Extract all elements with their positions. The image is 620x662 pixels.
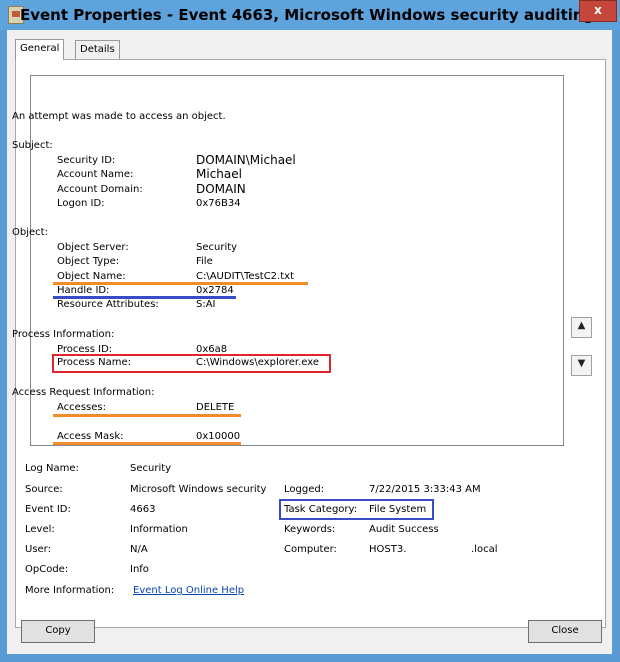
more-information-label: More Information:: [25, 585, 115, 596]
logon-id-label: Logon ID:: [57, 198, 105, 209]
tab-general[interactable]: General: [15, 39, 65, 60]
user-label: User:: [25, 544, 51, 555]
object-type-label: Object Type:: [57, 256, 120, 267]
down-arrow-icon: ▼: [577, 358, 586, 369]
account-name-value: Michael: [196, 167, 242, 181]
tab-details[interactable]: Details: [75, 40, 120, 59]
keywords-label: Keywords:: [284, 524, 336, 535]
level-label: Level:: [25, 524, 55, 535]
accesses-underline: [53, 414, 241, 417]
process-name-value: C:\Windows\explorer.exe: [196, 357, 320, 368]
resource-attributes-label: Resource Attributes:: [57, 299, 159, 310]
computer-label: Computer:: [284, 544, 337, 555]
scroll-up-button[interactable]: ▲: [571, 317, 592, 338]
object-type-value: File: [196, 256, 213, 267]
description-intro: An attempt was made to access an object.: [12, 111, 226, 122]
title-bar[interactable]: Event Properties - Event 4663, Microsoft…: [0, 0, 620, 30]
copy-button[interactable]: Copy: [21, 620, 95, 643]
user-value: N/A: [130, 544, 148, 555]
opcode-value: Info: [130, 564, 149, 575]
task-category-label: Task Category:: [284, 504, 358, 515]
keywords-value: Audit Success: [369, 524, 439, 535]
object-server-label: Object Server:: [57, 242, 129, 253]
event-id-label: Event ID:: [25, 504, 71, 515]
accesses-label: Accesses:: [57, 402, 106, 413]
general-tab-panel: An attempt was made to access an object.…: [12, 59, 606, 628]
account-domain-label: Account Domain:: [57, 184, 143, 195]
close-window-button[interactable]: x: [579, 0, 617, 22]
event-description: An attempt was made to access an object.…: [12, 74, 545, 445]
source-value: Microsoft Windows security: [130, 484, 267, 495]
security-id-value: DOMAIN\Michael: [196, 153, 296, 167]
object-name-label: Object Name:: [57, 271, 126, 282]
scroll-down-button[interactable]: ▼: [571, 355, 592, 376]
window-title: Event Properties - Event 4663, Microsoft…: [19, 6, 600, 24]
security-id-label: Security ID:: [57, 155, 116, 166]
logged-value: 7/22/2015 3:33:43 AM: [369, 484, 481, 495]
level-value: Information: [130, 524, 188, 535]
logon-id-value: 0x76B34: [196, 198, 241, 209]
handle-id-value: 0x2784: [196, 285, 234, 296]
event-properties-window: Event Properties - Event 4663, Microsoft…: [0, 0, 620, 662]
logged-label: Logged:: [284, 484, 325, 495]
opcode-label: OpCode:: [25, 564, 69, 575]
source-label: Source:: [25, 484, 63, 495]
log-name-label: Log Name:: [25, 463, 79, 474]
task-category-value: File System: [369, 504, 427, 515]
access-mask-value: 0x10000: [196, 431, 241, 442]
subject-header: Subject:: [12, 140, 53, 151]
accesses-value: DELETE: [196, 402, 235, 413]
log-name-value: Security: [130, 463, 172, 474]
access-request-header: Access Request Information:: [12, 387, 155, 398]
object-name-value: C:\AUDIT\TestC2.txt: [196, 271, 294, 282]
event-id-value: 4663: [130, 504, 156, 515]
object-server-value: Security: [196, 242, 238, 253]
event-log-online-help-link[interactable]: Event Log Online Help: [133, 585, 244, 596]
access-mask-label: Access Mask:: [57, 431, 124, 442]
resource-attributes-value: S:AI: [196, 299, 216, 310]
close-button[interactable]: Close: [528, 620, 602, 643]
dialog-client: General Details An attempt was made to a…: [7, 30, 612, 654]
up-arrow-icon: ▲: [577, 320, 586, 331]
handle-id-label: Handle ID:: [57, 285, 110, 296]
computer-domain-suffix: .local: [471, 544, 498, 555]
process-header: Process Information:: [12, 329, 115, 340]
access-mask-underline: [53, 442, 241, 445]
account-name-label: Account Name:: [57, 169, 134, 180]
process-name-label: Process Name:: [57, 357, 131, 368]
object-header: Object:: [12, 227, 48, 238]
computer-value: HOST3.: [369, 544, 407, 555]
account-domain-value: DOMAIN: [196, 182, 246, 196]
